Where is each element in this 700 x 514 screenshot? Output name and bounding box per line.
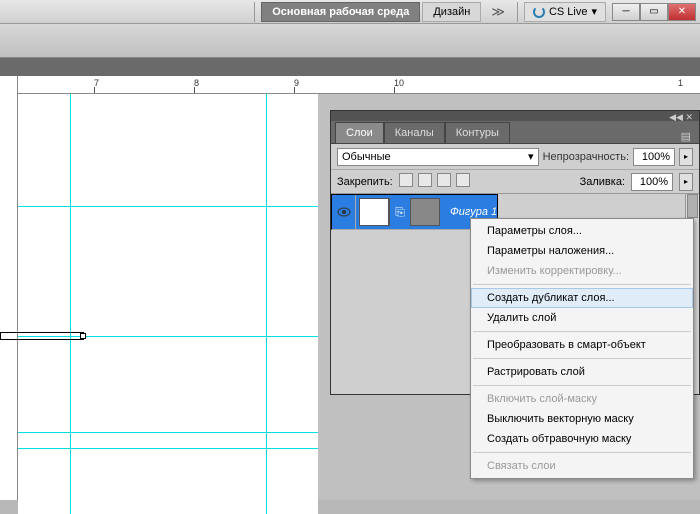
canvas[interactable]	[18, 94, 318, 514]
opacity-input[interactable]: 100%	[633, 148, 675, 166]
options-bar	[0, 24, 700, 58]
ruler-vertical[interactable]	[0, 76, 18, 500]
ruler-horizontal[interactable]: 7 8 9 10 1	[18, 76, 700, 94]
scroll-thumb[interactable]	[687, 194, 698, 218]
minimize-button[interactable]: ─	[612, 3, 640, 21]
menu-separator	[473, 284, 691, 285]
menu-item-link-layers: Связать слои	[471, 456, 693, 476]
opacity-stepper[interactable]: ▸	[679, 148, 693, 166]
workspace-more-icon[interactable]: ≫	[485, 4, 511, 20]
fill-label: Заливка:	[580, 176, 625, 188]
selection-box[interactable]	[0, 332, 84, 340]
layer-name[interactable]: Фигура 1	[444, 206, 497, 218]
panel-tabs: Слои Каналы Контуры ▤	[331, 121, 699, 143]
lock-controls	[399, 173, 472, 190]
transform-handle[interactable]	[80, 333, 86, 339]
menu-separator	[473, 385, 691, 386]
close-button[interactable]: ✕	[668, 3, 696, 21]
guide-horizontal[interactable]	[18, 206, 318, 207]
menu-separator	[473, 331, 691, 332]
menu-separator	[473, 358, 691, 359]
panel-menu-icon[interactable]: ▤	[673, 130, 699, 143]
fill-stepper[interactable]: ▸	[679, 173, 693, 191]
dropdown-icon: ▾	[591, 5, 597, 18]
maximize-button[interactable]: ▭	[640, 3, 668, 21]
lock-label: Закрепить:	[337, 176, 393, 188]
visibility-toggle[interactable]	[332, 195, 356, 229]
dropdown-icon: ▾	[528, 150, 534, 163]
menu-item-edit-adjustment: Изменить корректировку...	[471, 261, 693, 281]
cslive-label: CS Live	[549, 6, 588, 18]
tab-paths[interactable]: Контуры	[445, 122, 510, 143]
workspace-primary-button[interactable]: Основная рабочая среда	[261, 2, 420, 22]
context-menu: Параметры слоя... Параметры наложения...…	[470, 218, 694, 479]
mask-thumbnail[interactable]	[410, 198, 440, 226]
fill-input[interactable]: 100%	[631, 173, 673, 191]
layer-thumbnail[interactable]	[359, 198, 389, 226]
menu-item-blending-options[interactable]: Параметры наложения...	[471, 241, 693, 261]
guide-horizontal[interactable]	[18, 448, 318, 449]
cslive-button[interactable]: CS Live ▾	[524, 2, 606, 22]
menu-item-convert-smart-object[interactable]: Преобразовать в смарт-объект	[471, 335, 693, 355]
collapse-icon[interactable]: ◀◀ ✕	[669, 112, 693, 123]
menu-item-enable-layer-mask: Включить слой-маску	[471, 389, 693, 409]
workspace-secondary-button[interactable]: Дизайн	[422, 2, 481, 22]
blend-mode-select[interactable]: Обычные▾	[337, 148, 539, 166]
lock-position-icon[interactable]	[437, 173, 451, 187]
cslive-icon	[533, 6, 545, 18]
menu-item-create-clipping-mask[interactable]: Создать обтравочную маску	[471, 429, 693, 449]
menu-item-layer-properties[interactable]: Параметры слоя...	[471, 221, 693, 241]
app-topbar: Основная рабочая среда Дизайн ≫ CS Live …	[0, 0, 700, 24]
lock-transparency-icon[interactable]	[399, 173, 413, 187]
guide-vertical[interactable]	[70, 94, 71, 514]
window-controls: ─ ▭ ✕	[612, 3, 696, 21]
lock-all-icon[interactable]	[456, 173, 470, 187]
tab-layers[interactable]: Слои	[335, 122, 384, 143]
guide-horizontal[interactable]	[18, 432, 318, 433]
opacity-label: Непрозрачность:	[543, 151, 629, 163]
lock-pixels-icon[interactable]	[418, 173, 432, 187]
tab-channels[interactable]: Каналы	[384, 122, 445, 143]
guide-vertical[interactable]	[266, 94, 267, 514]
link-icon: ⎘	[394, 205, 406, 220]
document-tabstrip	[0, 58, 700, 76]
menu-item-duplicate-layer[interactable]: Создать дубликат слоя...	[471, 288, 693, 308]
menu-separator	[473, 452, 691, 453]
menu-item-disable-vector-mask[interactable]: Выключить векторную маску	[471, 409, 693, 429]
panel-header[interactable]: ◀◀ ✕	[331, 111, 699, 121]
menu-item-delete-layer[interactable]: Удалить слой	[471, 308, 693, 328]
menu-item-rasterize-layer[interactable]: Растрировать слой	[471, 362, 693, 382]
